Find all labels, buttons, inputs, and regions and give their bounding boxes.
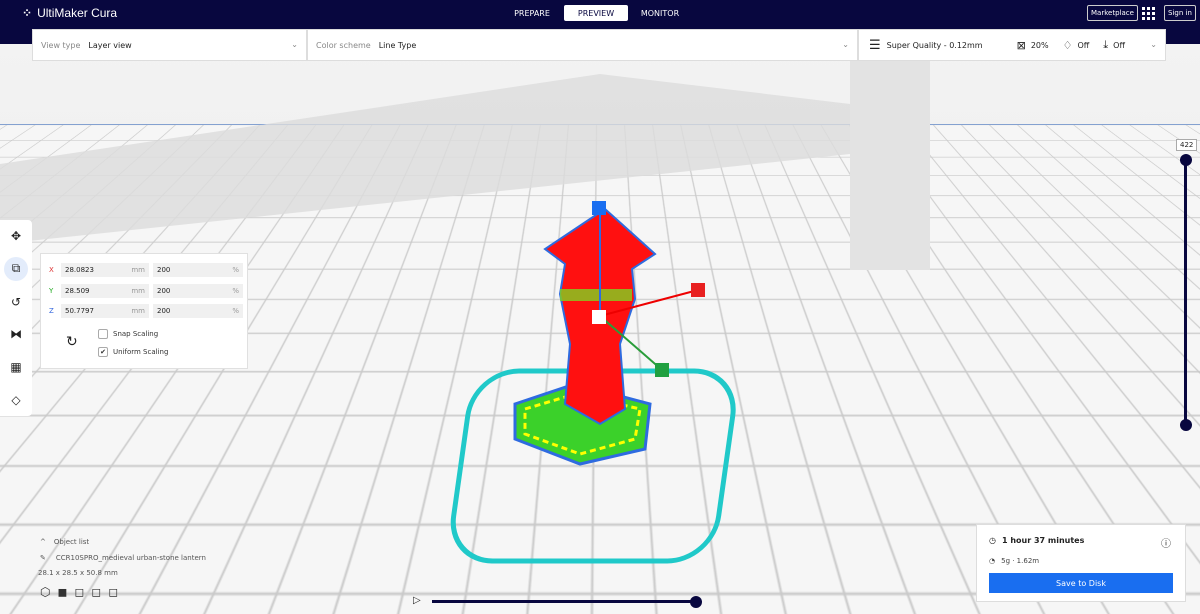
profile-value: Super Quality - 0.12mm — [886, 40, 983, 50]
x-handle-cube[interactable] — [691, 283, 705, 297]
layer-value-label[interactable]: 422 — [1176, 139, 1198, 151]
y-pct-input[interactable]: 200% — [153, 284, 243, 298]
mirror-tool-icon[interactable]: ⧓ — [4, 322, 28, 346]
view-left-icon[interactable]: ◻ — [91, 585, 101, 599]
y-pct-value: 200 — [157, 287, 171, 295]
object-name[interactable]: CCR10SPRO_medieval urban-stone lantern — [56, 554, 206, 562]
unit-mm: mm — [131, 266, 145, 274]
y-mm-input[interactable]: 28.509 mm — [61, 284, 149, 298]
print-job-card: ◷ 1 hour 37 minutes ⓘ ◔ 5g · 1.62m Save to… — [976, 524, 1186, 602]
sign-in-button[interactable]: Sign in — [1164, 5, 1196, 21]
support-value: Off — [1077, 40, 1090, 50]
support-icon: ♢ — [1062, 38, 1073, 52]
adhesion-value: Off — [1113, 40, 1125, 50]
unit-mm: mm — [131, 307, 145, 315]
rotate-tool-icon[interactable]: ↺ — [4, 290, 28, 314]
unit-pct: % — [232, 287, 239, 295]
z-pct-input[interactable]: 200% — [153, 304, 243, 318]
scale-tool-icon[interactable]: ⧉ — [4, 256, 28, 281]
reset-scale-icon[interactable]: ↻ — [66, 334, 78, 350]
x-pct-input[interactable]: 200% — [153, 263, 243, 277]
unit-pct: % — [232, 307, 239, 315]
clock-icon: ◷ — [989, 536, 996, 545]
chevron-down-icon: ⌄ — [842, 40, 849, 49]
tab-monitor[interactable]: MONITOR — [628, 5, 692, 21]
layer-slider-bottom-handle[interactable] — [1180, 419, 1192, 431]
print-settings-button[interactable]: ☰ Super Quality - 0.12mm ⊠ 20% ♢ Off ⤓ O… — [858, 29, 1166, 61]
view-top-icon[interactable]: ◻ — [74, 585, 84, 599]
tab-prepare[interactable]: PREPARE — [500, 5, 564, 21]
app-title: UltiMaker Cura — [37, 6, 118, 20]
marketplace-button[interactable]: Marketplace — [1087, 5, 1138, 21]
print-time: 1 hour 37 minutes — [1001, 536, 1085, 545]
pencil-icon[interactable]: ✎ — [40, 554, 46, 562]
z-mm-value: 50.7797 — [65, 307, 94, 315]
printer-frame — [0, 74, 850, 244]
ultimaker-logo-icon: ⁘ — [22, 6, 33, 20]
tool-bar: ✥ ⧉ ↺ ⧓ ▦ ◇ — [0, 220, 32, 416]
axis-z-label: Z — [49, 307, 54, 315]
object-dimensions: 28.1 x 28.5 x 50.8 mm — [38, 569, 118, 577]
x-mm-input[interactable]: 28.0823 mm — [61, 263, 149, 277]
per-model-settings-icon[interactable]: ▦ — [4, 355, 28, 379]
view-type-label: View type — [41, 40, 81, 50]
view-type-select[interactable]: View type Layer view ⌄ — [32, 29, 307, 61]
chevron-down-icon: ⌄ — [291, 40, 298, 49]
playback-slider[interactable] — [432, 600, 694, 603]
axis-x-label: X — [49, 266, 54, 274]
layer-slider[interactable] — [1184, 160, 1187, 425]
app-logo: ⁘ UltiMaker Cura — [22, 6, 117, 20]
snap-scaling-label: Snap Scaling — [113, 330, 159, 338]
infill-icon: ⊠ — [1016, 38, 1026, 52]
tab-preview[interactable]: PREVIEW — [564, 5, 628, 21]
play-icon[interactable]: ▷ — [413, 595, 421, 606]
view-3d-icon[interactable]: ⬡ — [40, 585, 50, 599]
material-usage: 5g · 1.62m — [1001, 557, 1040, 565]
uniform-scaling-label: Uniform Scaling — [113, 348, 169, 356]
model-band — [560, 289, 632, 301]
support-blocker-icon[interactable]: ◇ — [4, 388, 28, 412]
color-scheme-select[interactable]: Color scheme Line Type ⌄ — [307, 29, 858, 61]
x-mm-value: 28.0823 — [65, 266, 94, 274]
chevron-up-icon: ^ — [40, 538, 46, 546]
info-icon[interactable]: ⓘ — [1161, 535, 1171, 550]
object-list-label: Object list — [53, 538, 90, 546]
playback-handle[interactable] — [690, 596, 702, 608]
checkbox-box — [98, 329, 108, 339]
y-handle-cube[interactable] — [655, 363, 669, 377]
adhesion-icon: ⤓ — [1103, 38, 1109, 51]
snap-scaling-checkbox[interactable]: Snap Scaling — [98, 329, 158, 339]
z-pct-value: 200 — [157, 307, 171, 315]
layer-slider-top-handle[interactable] — [1180, 154, 1192, 166]
unit-pct: % — [232, 266, 239, 274]
x-pct-value: 200 — [157, 266, 171, 274]
color-scheme-value: Line Type — [378, 40, 417, 50]
z-handle-cube[interactable] — [592, 201, 606, 215]
check-icon: ✔ — [98, 347, 108, 357]
axis-y-label: Y — [49, 287, 54, 295]
uniform-scaling-checkbox[interactable]: ✔ Uniform Scaling — [98, 347, 168, 357]
chevron-down-icon: ⌄ — [1150, 40, 1157, 49]
view-type-value: Layer view — [88, 40, 132, 50]
y-mm-value: 28.509 — [65, 287, 90, 295]
z-mm-input[interactable]: 50.7797 mm — [61, 304, 149, 318]
printer-column — [850, 60, 930, 270]
object-list: ^ Object list ✎ CCR10SPRO_medieval urban-s… — [38, 538, 206, 599]
save-to-disk-button[interactable]: Save to Disk — [989, 573, 1173, 593]
scale-panel: X 28.0823 mm 200% Y 28.509 mm 200% Z 50.77… — [40, 253, 248, 369]
spool-icon: ◔ — [989, 557, 996, 565]
object-list-toggle[interactable]: ^ Object list — [40, 538, 206, 546]
infill-value: 20% — [1030, 40, 1049, 50]
unit-mm: mm — [131, 287, 145, 295]
sliders-icon: ☰ — [869, 37, 881, 53]
move-tool-icon[interactable]: ✥ — [4, 224, 28, 248]
apps-grid-icon[interactable] — [1142, 7, 1155, 20]
color-scheme-label: Color scheme — [316, 40, 371, 50]
view-right-icon[interactable]: ◻ — [108, 585, 118, 599]
view-front-icon[interactable]: ◼ — [57, 585, 67, 599]
center-handle[interactable] — [592, 310, 606, 324]
